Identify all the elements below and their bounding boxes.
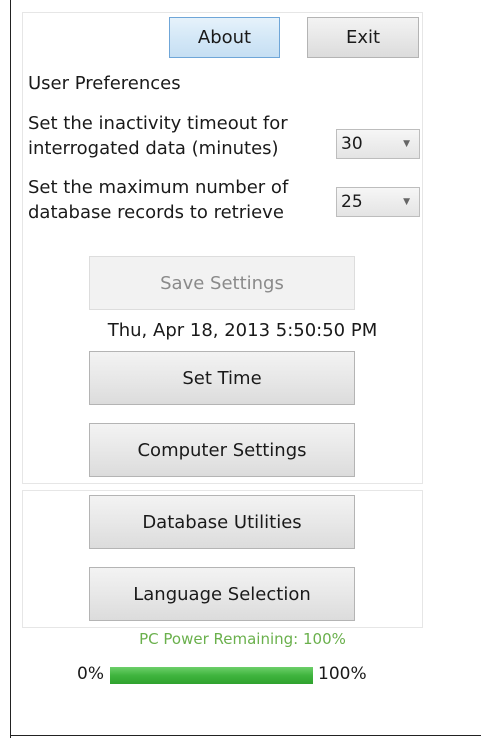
power-min-label: 0%	[77, 664, 104, 684]
about-button[interactable]: About	[169, 17, 280, 58]
max-records-label: Set the maximum number of database recor…	[28, 175, 288, 225]
power-max-label: 100%	[318, 664, 367, 684]
power-remaining-text: PC Power Remaining: 100%	[139, 630, 346, 648]
save-settings-button[interactable]: Save Settings	[89, 256, 355, 310]
computer-settings-button[interactable]: Computer Settings	[89, 423, 355, 477]
window-bottom-border	[10, 735, 481, 736]
set-time-button[interactable]: Set Time	[89, 351, 355, 405]
power-progress-bar	[110, 667, 313, 684]
user-preferences-heading: User Preferences	[28, 73, 181, 94]
timeout-select-value: 30	[341, 134, 363, 154]
database-utilities-button[interactable]: Database Utilities	[89, 495, 355, 549]
power-progress-fill	[110, 667, 313, 684]
window-left-border	[10, 0, 11, 738]
max-records-label-line2: database records to retrieve	[28, 202, 284, 223]
timeout-label-line1: Set the inactivity timeout for	[28, 113, 288, 134]
exit-button[interactable]: Exit	[307, 17, 419, 58]
current-datetime: Thu, Apr 18, 2013 5:50:50 PM	[107, 320, 378, 341]
max-records-select[interactable]: 25 ▼	[336, 187, 420, 217]
max-records-select-value: 25	[341, 192, 363, 212]
max-records-label-line1: Set the maximum number of	[28, 177, 289, 198]
dropdown-arrow-icon: ▼	[403, 197, 410, 207]
timeout-label-line2: interrogated data (minutes)	[28, 138, 279, 159]
dropdown-arrow-icon: ▼	[403, 139, 410, 149]
timeout-select[interactable]: 30 ▼	[336, 129, 420, 159]
timeout-label: Set the inactivity timeout for interroga…	[28, 111, 288, 161]
language-selection-button[interactable]: Language Selection	[89, 567, 355, 621]
